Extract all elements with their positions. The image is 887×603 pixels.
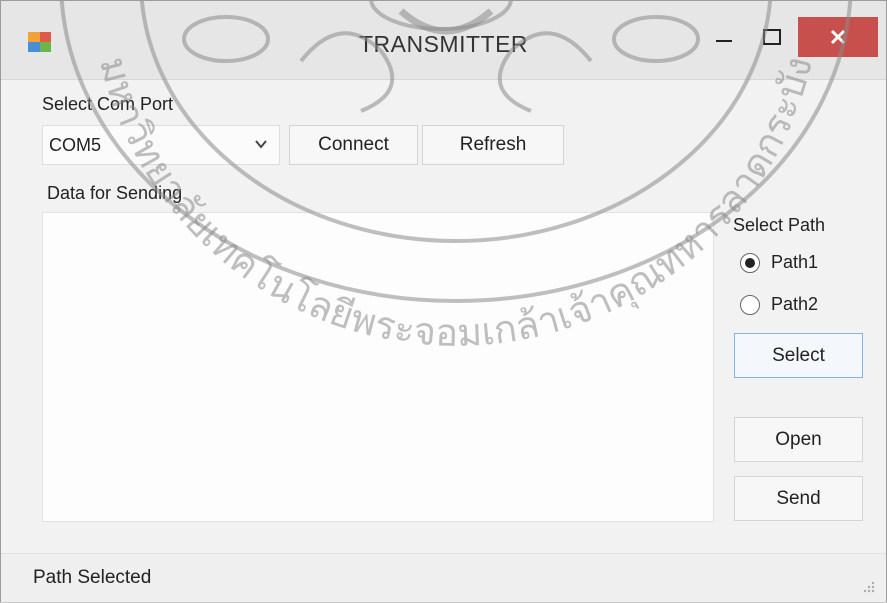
radio-checked-icon — [740, 252, 760, 273]
connect-button[interactable]: Connect — [289, 125, 418, 165]
path1-radio[interactable]: Path1 — [740, 252, 818, 273]
data-textarea[interactable] — [42, 212, 714, 522]
radio-unchecked-icon — [740, 294, 760, 315]
select-button[interactable]: Select — [734, 333, 863, 378]
select-path-label: Select Path — [733, 215, 826, 235]
resize-grip-icon[interactable] — [860, 578, 876, 594]
status-text: Path Selected — [33, 567, 152, 588]
com-port-label: Select Com Port — [42, 94, 174, 114]
path2-radio[interactable]: Path2 — [740, 294, 818, 315]
close-button[interactable] — [798, 17, 878, 57]
minimize-icon — [716, 40, 732, 42]
com-port-select[interactable]: COM5 — [42, 125, 280, 165]
send-button[interactable]: Send — [734, 476, 863, 521]
maximize-icon — [763, 29, 781, 45]
open-button[interactable]: Open — [734, 417, 863, 462]
path2-label: Path2 — [771, 294, 819, 314]
title-bar[interactable]: TRANSMITTER — [1, 1, 886, 80]
status-bar: Path Selected — [1, 553, 886, 602]
chevron-down-icon — [255, 140, 267, 149]
refresh-button[interactable]: Refresh — [422, 125, 564, 165]
path1-label: Path1 — [771, 252, 819, 272]
com-port-value: COM5 — [49, 135, 102, 155]
minimize-button[interactable] — [701, 17, 747, 57]
maximize-button[interactable] — [749, 17, 795, 57]
main-window: TRANSMITTER Select Com Port COM5 Connect… — [0, 0, 887, 602]
data-label: Data for Sending — [47, 183, 183, 203]
close-icon — [830, 29, 846, 45]
